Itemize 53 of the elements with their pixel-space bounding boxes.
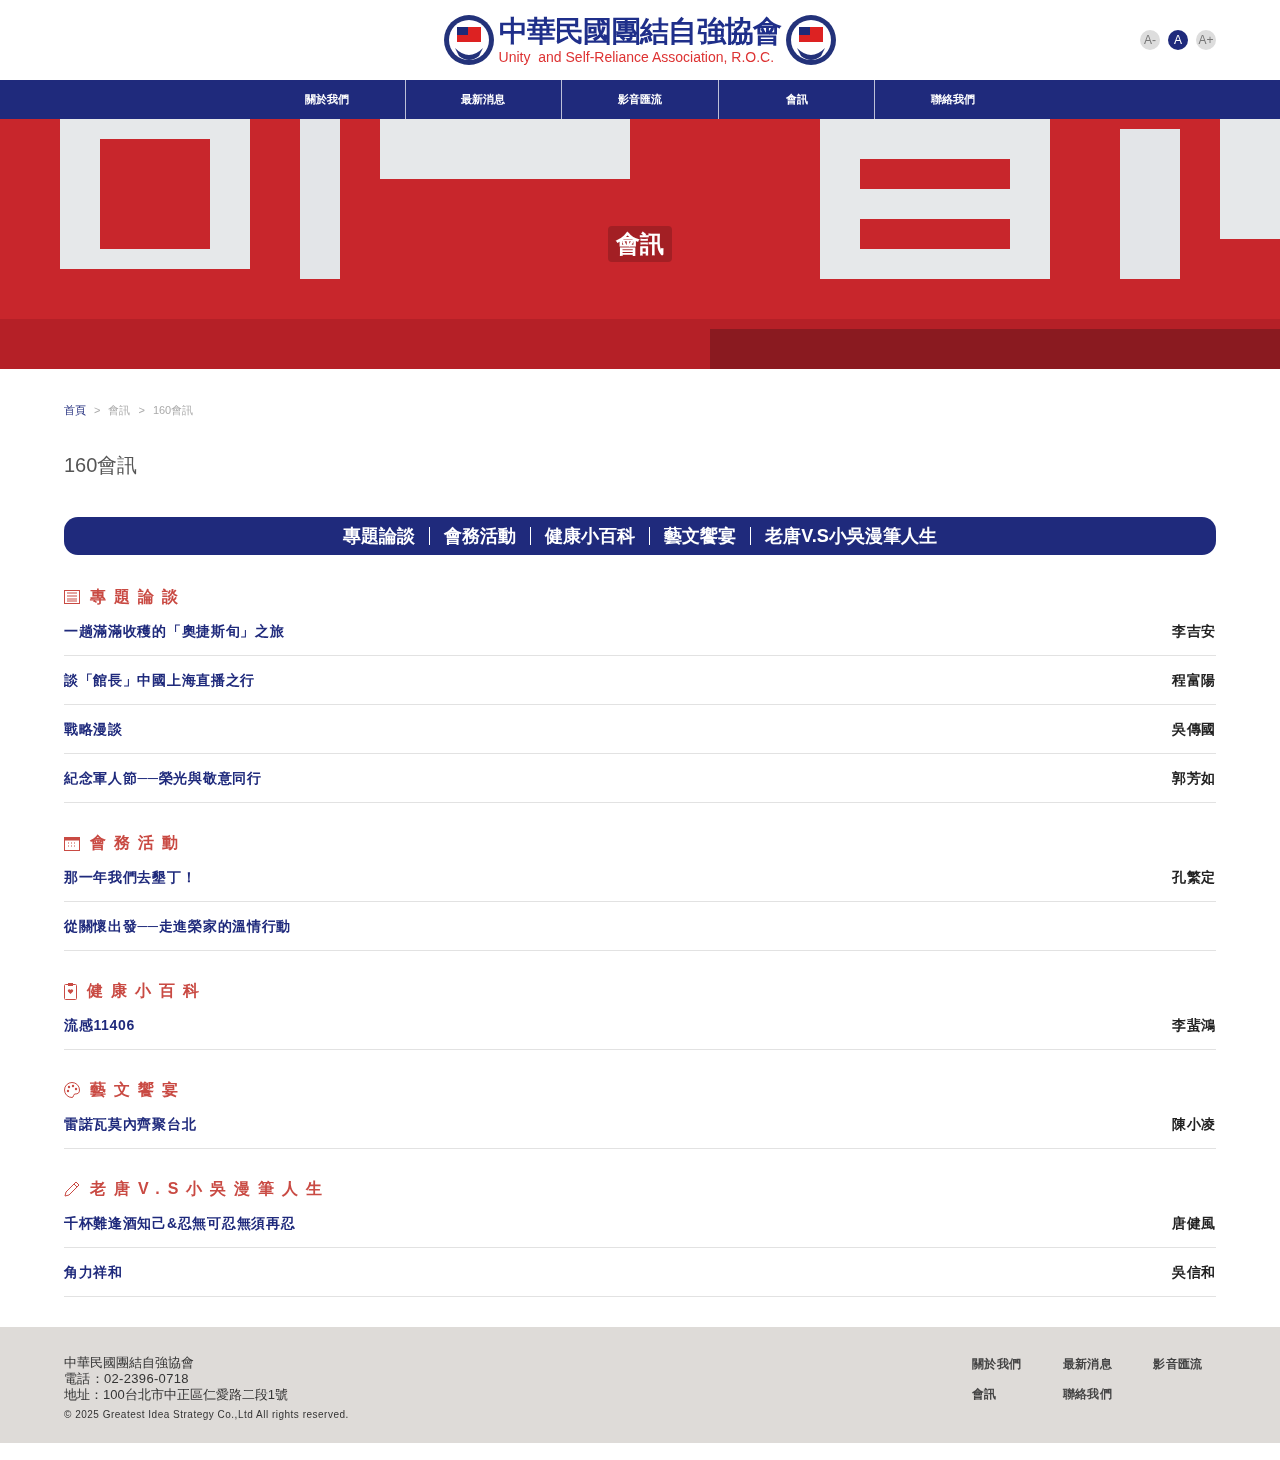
- emblem-icon: [442, 14, 495, 66]
- author-name: 程富陽: [1171, 670, 1216, 690]
- author-name: 孔繁定: [1171, 867, 1216, 887]
- category-link[interactable]: 老唐V.S小吳漫筆人生: [750, 527, 951, 545]
- copyright-text: © 2025 Greatest Idea Strategy Co.,Ltd All rights reserved.: [64, 1408, 349, 1422]
- category-link[interactable]: 專題論談: [329, 527, 430, 545]
- logo-title: 中華民國團結自強協會: [498, 16, 782, 46]
- article-link[interactable]: 千杯難逢酒知己&忍無可忍無須再忍: [64, 1212, 296, 1234]
- article-link[interactable]: 一趟滿滿收穫的「奧捷斯旬」之旅: [64, 620, 285, 642]
- category-link[interactable]: 健康小百科: [530, 527, 650, 545]
- author-name: 郭芳如: [1171, 768, 1216, 788]
- author-name: 陳小凌: [1171, 1114, 1216, 1134]
- emblem-icon: [785, 14, 838, 66]
- palette-icon: [64, 1082, 80, 1098]
- page-title: 160會訊: [64, 453, 139, 478]
- article-link[interactable]: 談「館長」中國上海直播之行: [64, 669, 256, 691]
- article-link[interactable]: 流感11406: [64, 1014, 136, 1036]
- logo-subtitle: Unity and Self-Reliance Association, R.O.C.: [498, 49, 776, 64]
- pencil-icon: [64, 1181, 80, 1197]
- breadcrumb-link[interactable]: 首頁: [64, 401, 86, 419]
- article-link[interactable]: 從關懷出發──走進榮家的溫情行動: [64, 915, 292, 937]
- font-size-button[interactable]: A: [1168, 30, 1188, 50]
- footer-link[interactable]: 關於我們: [972, 1355, 1035, 1373]
- category-link[interactable]: 會務活動: [429, 527, 531, 545]
- author-name: 吳傳國: [1171, 719, 1216, 739]
- author-name: 李吉安: [1171, 621, 1216, 641]
- article-link[interactable]: 紀念軍人節──榮光與敬意同行: [64, 767, 262, 789]
- category-link[interactable]: 藝文饗宴: [649, 527, 751, 545]
- footer-link[interactable]: 聯絡我們: [1062, 1385, 1126, 1403]
- footer-org: 中華民國團結自強協會: [64, 1355, 195, 1371]
- article-link[interactable]: 戰略漫談: [64, 718, 123, 740]
- footer-link[interactable]: 最新消息: [1062, 1355, 1126, 1373]
- author-name: 唐健風: [1171, 1213, 1216, 1233]
- section-title: 健康小百科: [87, 981, 207, 1001]
- section-title: 老唐V.S小吳漫筆人生: [90, 1179, 331, 1199]
- calendar-icon: [64, 835, 80, 851]
- author-name: 李蜚鴻: [1171, 1015, 1216, 1035]
- breadcrumb-separator: >: [138, 402, 145, 418]
- footer-address: 地址：100台北市中正區仁愛路二段1號: [64, 1387, 289, 1403]
- article-link[interactable]: 雷諾瓦莫內齊聚台北: [64, 1113, 197, 1135]
- nav-link[interactable]: 關於我們: [249, 80, 405, 119]
- hero-title: 會訊: [608, 226, 672, 262]
- article-link[interactable]: 那一年我們去墾丁！: [64, 866, 197, 888]
- document-icon: [64, 590, 80, 604]
- breadcrumb-separator: >: [94, 402, 101, 418]
- section-title: 會務活動: [90, 833, 186, 853]
- footer-link[interactable]: 會訊: [972, 1385, 1035, 1403]
- section-title: 專題論談: [90, 587, 186, 607]
- author-name: 吳信和: [1171, 1262, 1216, 1282]
- footer-link[interactable]: 影音匯流: [1153, 1355, 1216, 1373]
- footer-phone: 電話：02-2396-0718: [64, 1371, 190, 1387]
- article-link[interactable]: 角力祥和: [64, 1261, 123, 1283]
- section-title: 藝文饗宴: [90, 1080, 186, 1100]
